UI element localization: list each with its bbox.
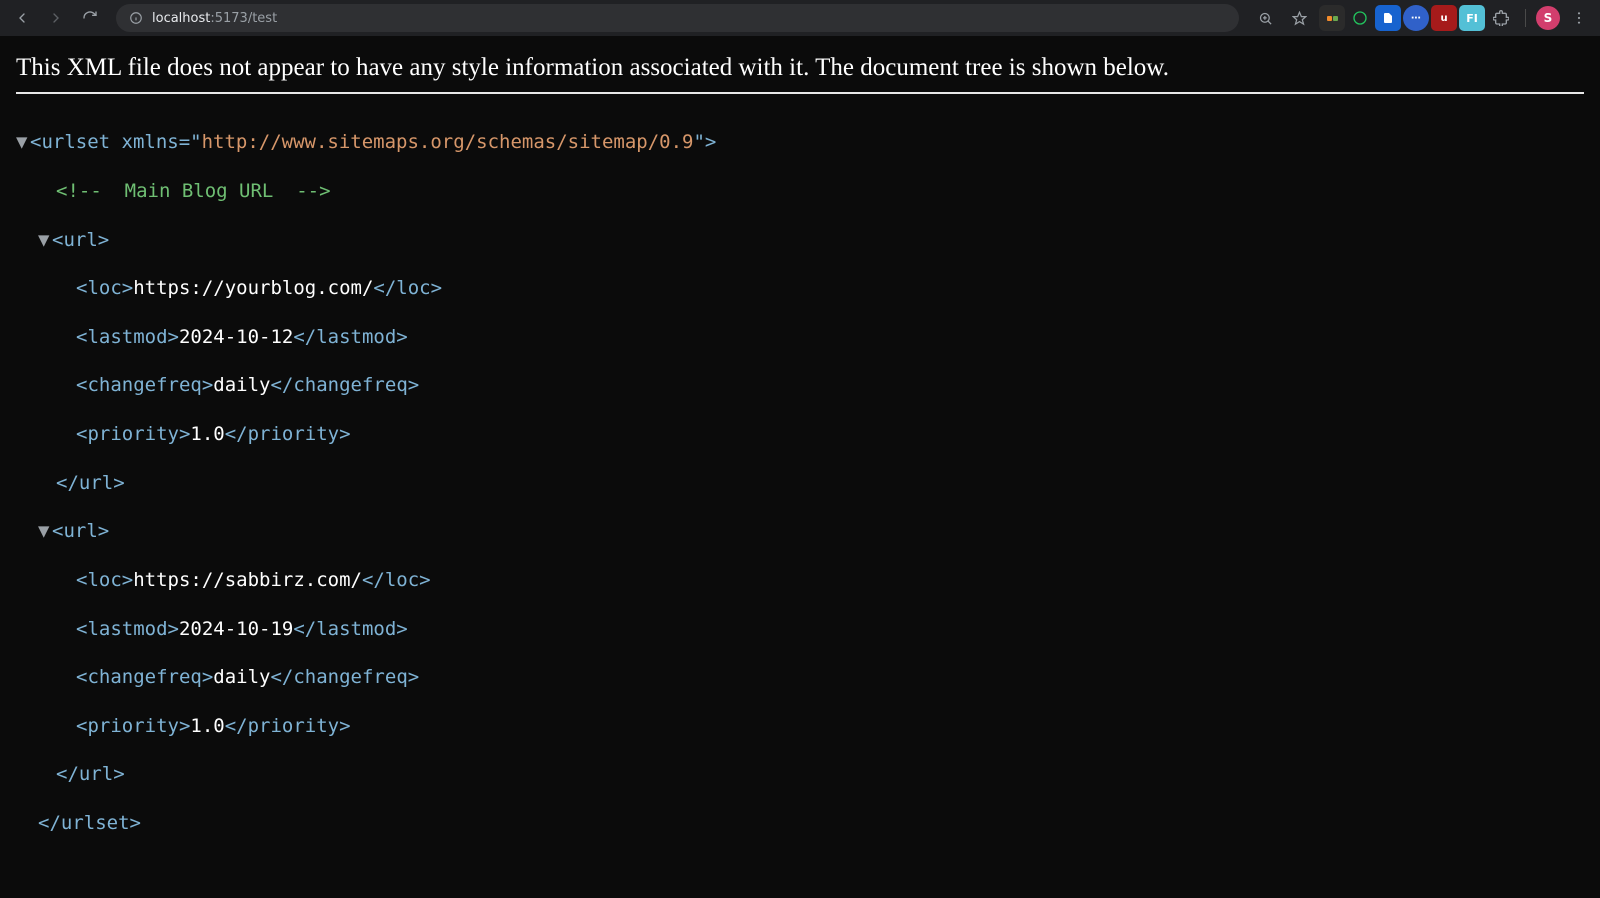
text-priority: 1.0 <box>190 423 224 445</box>
tag-open-lastmod: <lastmod> <box>76 618 179 640</box>
puzzle-icon <box>1493 10 1509 26</box>
xml-viewer: This XML file does not appear to have an… <box>0 36 1600 898</box>
extension-icon[interactable]: ⋯ <box>1403 5 1429 31</box>
text-loc: https://sabbirz.com/ <box>133 569 362 591</box>
browser-toolbar: localhost:5173/test ⋯ u FI S <box>0 0 1600 36</box>
tag-close-urlset: </urlset> <box>38 812 141 834</box>
extension-icon[interactable] <box>1375 5 1401 31</box>
extension-icon[interactable]: FI <box>1459 5 1485 31</box>
tag-open-urlset-end: "> <box>693 131 716 153</box>
text-loc: https://yourblog.com/ <box>133 277 373 299</box>
profile-initial: S <box>1544 11 1553 25</box>
tag-close-url: </url> <box>56 472 125 494</box>
reload-button[interactable] <box>76 4 104 32</box>
address-bar[interactable]: localhost:5173/test <box>116 4 1239 32</box>
tag-close-url: </url> <box>56 763 125 785</box>
divider <box>16 92 1584 94</box>
url-host: localhost <box>152 11 210 26</box>
arrow-right-icon <box>48 10 64 26</box>
bookmark-button[interactable] <box>1285 4 1313 32</box>
tag-open-priority: <priority> <box>76 715 190 737</box>
zoom-indicator[interactable] <box>1251 4 1279 32</box>
attr-xmlns: http://www.sitemaps.org/schemas/sitemap/… <box>202 131 694 153</box>
extensions-cluster: ⋯ u FI <box>1319 4 1515 32</box>
tag-close-changefreq: </changefreq> <box>270 666 419 688</box>
text-changefreq: daily <box>213 666 270 688</box>
text-changefreq: daily <box>213 374 270 396</box>
profile-avatar[interactable]: S <box>1536 6 1560 30</box>
tag-close-lastmod: </lastmod> <box>293 618 407 640</box>
xml-comment: <!-- Main Blog URL --> <box>56 180 331 202</box>
toolbar-separator <box>1525 9 1526 27</box>
extension-icon[interactable] <box>1319 5 1345 31</box>
tag-close-lastmod: </lastmod> <box>293 326 407 348</box>
tag-open-changefreq: <changefreq> <box>76 666 213 688</box>
site-info-icon[interactable] <box>128 10 144 26</box>
tag-open-urlset: <urlset xmlns=" <box>30 131 202 153</box>
tag-open-lastmod: <lastmod> <box>76 326 179 348</box>
back-button[interactable] <box>8 4 36 32</box>
tag-close-loc: </loc> <box>373 277 442 299</box>
expand-toggle[interactable]: ▼ <box>38 228 52 252</box>
forward-button[interactable] <box>42 4 70 32</box>
xml-tree: ▼<urlset xmlns="http://www.sitemaps.org/… <box>16 106 1584 884</box>
arrow-left-icon <box>14 10 30 26</box>
extensions-button[interactable] <box>1487 4 1515 32</box>
more-vert-icon <box>1571 10 1587 26</box>
extension-icon[interactable]: u <box>1431 5 1457 31</box>
kebab-menu[interactable] <box>1566 5 1592 31</box>
url-text: localhost:5173/test <box>152 11 277 26</box>
expand-toggle[interactable]: ▼ <box>16 130 30 154</box>
tag-open-url: <url> <box>52 520 109 542</box>
text-lastmod: 2024-10-19 <box>179 618 293 640</box>
zoom-icon <box>1258 11 1273 26</box>
url-path: :5173/test <box>210 11 277 26</box>
tag-close-priority: </priority> <box>225 715 351 737</box>
text-lastmod: 2024-10-12 <box>179 326 293 348</box>
tag-open-changefreq: <changefreq> <box>76 374 213 396</box>
tag-close-changefreq: </changefreq> <box>270 374 419 396</box>
tag-close-loc: </loc> <box>362 569 431 591</box>
star-icon <box>1292 11 1307 26</box>
reload-icon <box>82 10 98 26</box>
text-priority: 1.0 <box>190 715 224 737</box>
tag-close-priority: </priority> <box>225 423 351 445</box>
extension-icon[interactable] <box>1347 5 1373 31</box>
tag-open-url: <url> <box>52 229 109 251</box>
tag-open-loc: <loc> <box>76 277 133 299</box>
xml-notice: This XML file does not appear to have an… <box>16 54 1584 82</box>
tag-open-loc: <loc> <box>76 569 133 591</box>
tag-open-priority: <priority> <box>76 423 190 445</box>
